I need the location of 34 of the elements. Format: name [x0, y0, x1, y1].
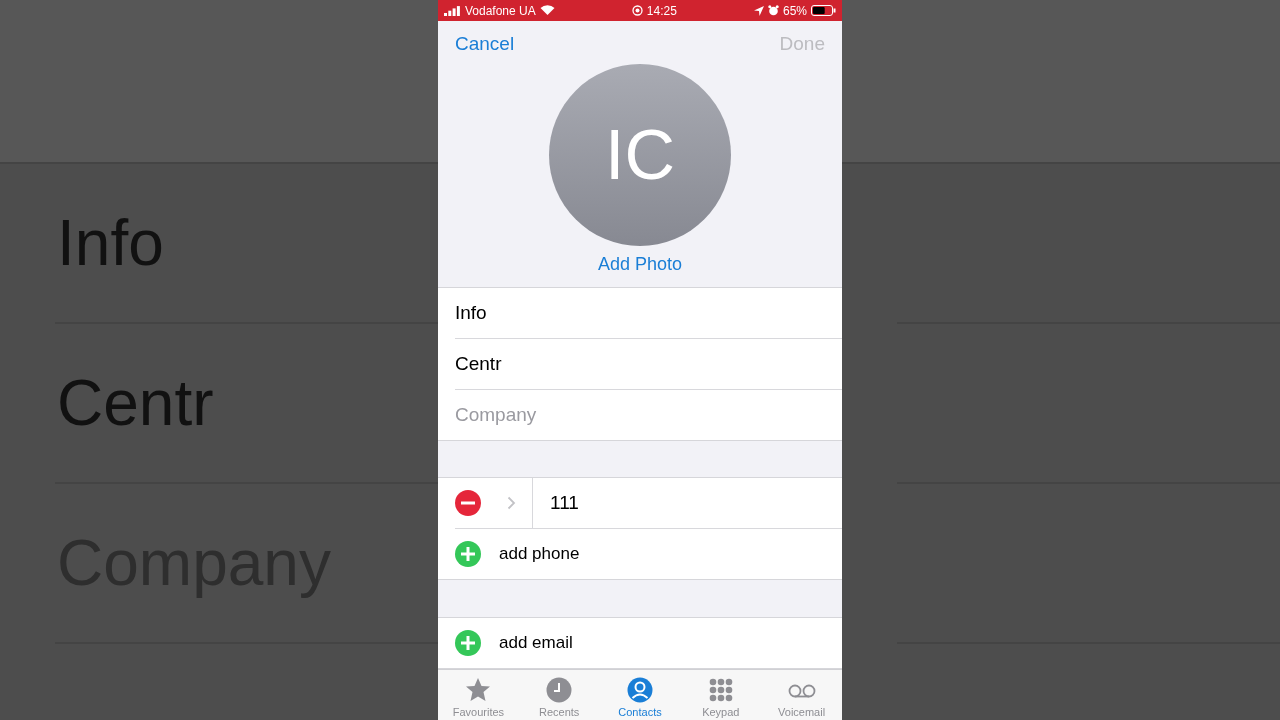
location-icon	[753, 5, 764, 16]
carrier-name: Vodafone UA	[465, 3, 536, 18]
text-field[interactable]: Centr	[455, 348, 815, 379]
clock-icon	[545, 676, 574, 704]
battery-percent: 65%	[782, 3, 807, 18]
cancel-button[interactable]: Cancel	[455, 31, 515, 58]
add-photo-link[interactable]: Add Photo	[597, 253, 683, 275]
add-email-label[interactable]: add email	[499, 632, 573, 653]
tab-bar-item[interactable]: Voicemail	[761, 669, 842, 720]
avatar-initials: IC	[605, 114, 675, 195]
tab-bar-item[interactable]: Favourites	[438, 669, 519, 720]
wifi-icon	[539, 5, 555, 17]
text-field[interactable]: Info	[455, 297, 815, 328]
signal-icon	[444, 5, 461, 16]
chevron-icon[interactable]	[507, 496, 516, 511]
tab-bar-item[interactable]: Recents	[518, 669, 600, 720]
clock-time: 14:25	[646, 3, 677, 18]
battery-icon	[811, 5, 836, 17]
tab-bar-item[interactable]: Keypad	[680, 669, 762, 720]
plus-icon	[461, 547, 475, 562]
add-phone-label[interactable]: add phone	[499, 544, 580, 565]
add-phone-button[interactable]	[455, 541, 481, 568]
blurred-label: Info	[56, 206, 164, 280]
tab-bar-item[interactable]: Contacts	[599, 669, 681, 720]
remove-button[interactable]	[455, 490, 481, 517]
person-icon	[626, 676, 654, 704]
alarm-icon	[767, 5, 779, 17]
phone-field[interactable]: 111	[550, 488, 830, 519]
plus-icon	[461, 635, 475, 650]
minus-icon	[461, 501, 475, 506]
blurred-label: Centr	[56, 366, 214, 440]
text-field[interactable]: Company	[455, 399, 815, 430]
record-icon	[631, 5, 643, 17]
add-email-button[interactable]	[455, 629, 481, 656]
